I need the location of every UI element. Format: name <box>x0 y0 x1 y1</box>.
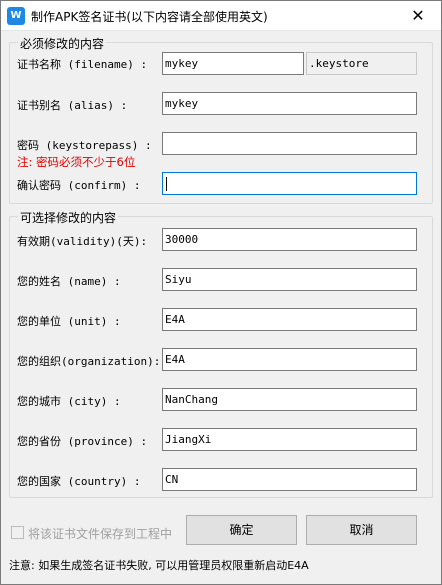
confirm-password-input[interactable] <box>162 172 417 195</box>
city-label: 您的城市 (city) : <box>17 395 121 408</box>
organization-input[interactable]: E4A <box>162 348 417 371</box>
country-input[interactable]: CN <box>162 468 417 491</box>
window-title: 制作APK签名证书(以下内容请全部使用英文) <box>31 10 268 24</box>
password-requirement-note: 注: 密码必须不少于6位 <box>17 155 136 169</box>
text-caret <box>166 177 167 191</box>
province-label: 您的省份 (province) : <box>17 435 148 448</box>
password-input[interactable] <box>162 132 417 155</box>
save-to-project-checkbox[interactable] <box>11 526 24 539</box>
name-input[interactable]: Siyu <box>162 268 417 291</box>
required-group-legend: 必须修改的内容 <box>18 35 107 52</box>
organization-label: 您的组织(organization): <box>17 355 161 368</box>
name-label: 您的姓名 (name) : <box>17 275 121 288</box>
optional-group-legend: 可选择修改的内容 <box>18 209 119 226</box>
password-label: 密码 (keystorepass) : <box>17 139 152 152</box>
filename-label: 证书名称 (filename) : <box>17 58 148 71</box>
alias-input[interactable]: mykey <box>162 92 417 115</box>
footer-note: 注意: 如果生成签名证书失败, 可以用管理员权限重新启动E4A <box>9 559 309 572</box>
unit-label: 您的单位 (unit) : <box>17 315 121 328</box>
close-button[interactable]: ✕ <box>395 1 441 31</box>
filename-extension-field: .keystore <box>306 52 417 75</box>
app-icon: W <box>7 7 25 25</box>
alias-label: 证书别名 (alias) : <box>17 99 128 112</box>
province-input[interactable]: JiangXi <box>162 428 417 451</box>
validity-label: 有效期(validity)(天): <box>17 235 148 248</box>
title-bar: W 制作APK签名证书(以下内容请全部使用英文) ✕ <box>1 1 441 31</box>
validity-input[interactable]: 30000 <box>162 228 417 251</box>
unit-input[interactable]: E4A <box>162 308 417 331</box>
cancel-button[interactable]: 取消 <box>306 515 417 545</box>
city-input[interactable]: NanChang <box>162 388 417 411</box>
confirm-label: 确认密码 (confirm) : <box>17 179 141 192</box>
dialog-window: W 制作APK签名证书(以下内容请全部使用英文) ✕ 必须修改的内容 证书名称 … <box>0 0 442 585</box>
filename-input[interactable]: mykey <box>162 52 304 75</box>
save-to-project-label: 将该证书文件保存到工程中 <box>28 527 173 541</box>
ok-button[interactable]: 确定 <box>186 515 297 545</box>
country-label: 您的国家 (country) : <box>17 475 141 488</box>
